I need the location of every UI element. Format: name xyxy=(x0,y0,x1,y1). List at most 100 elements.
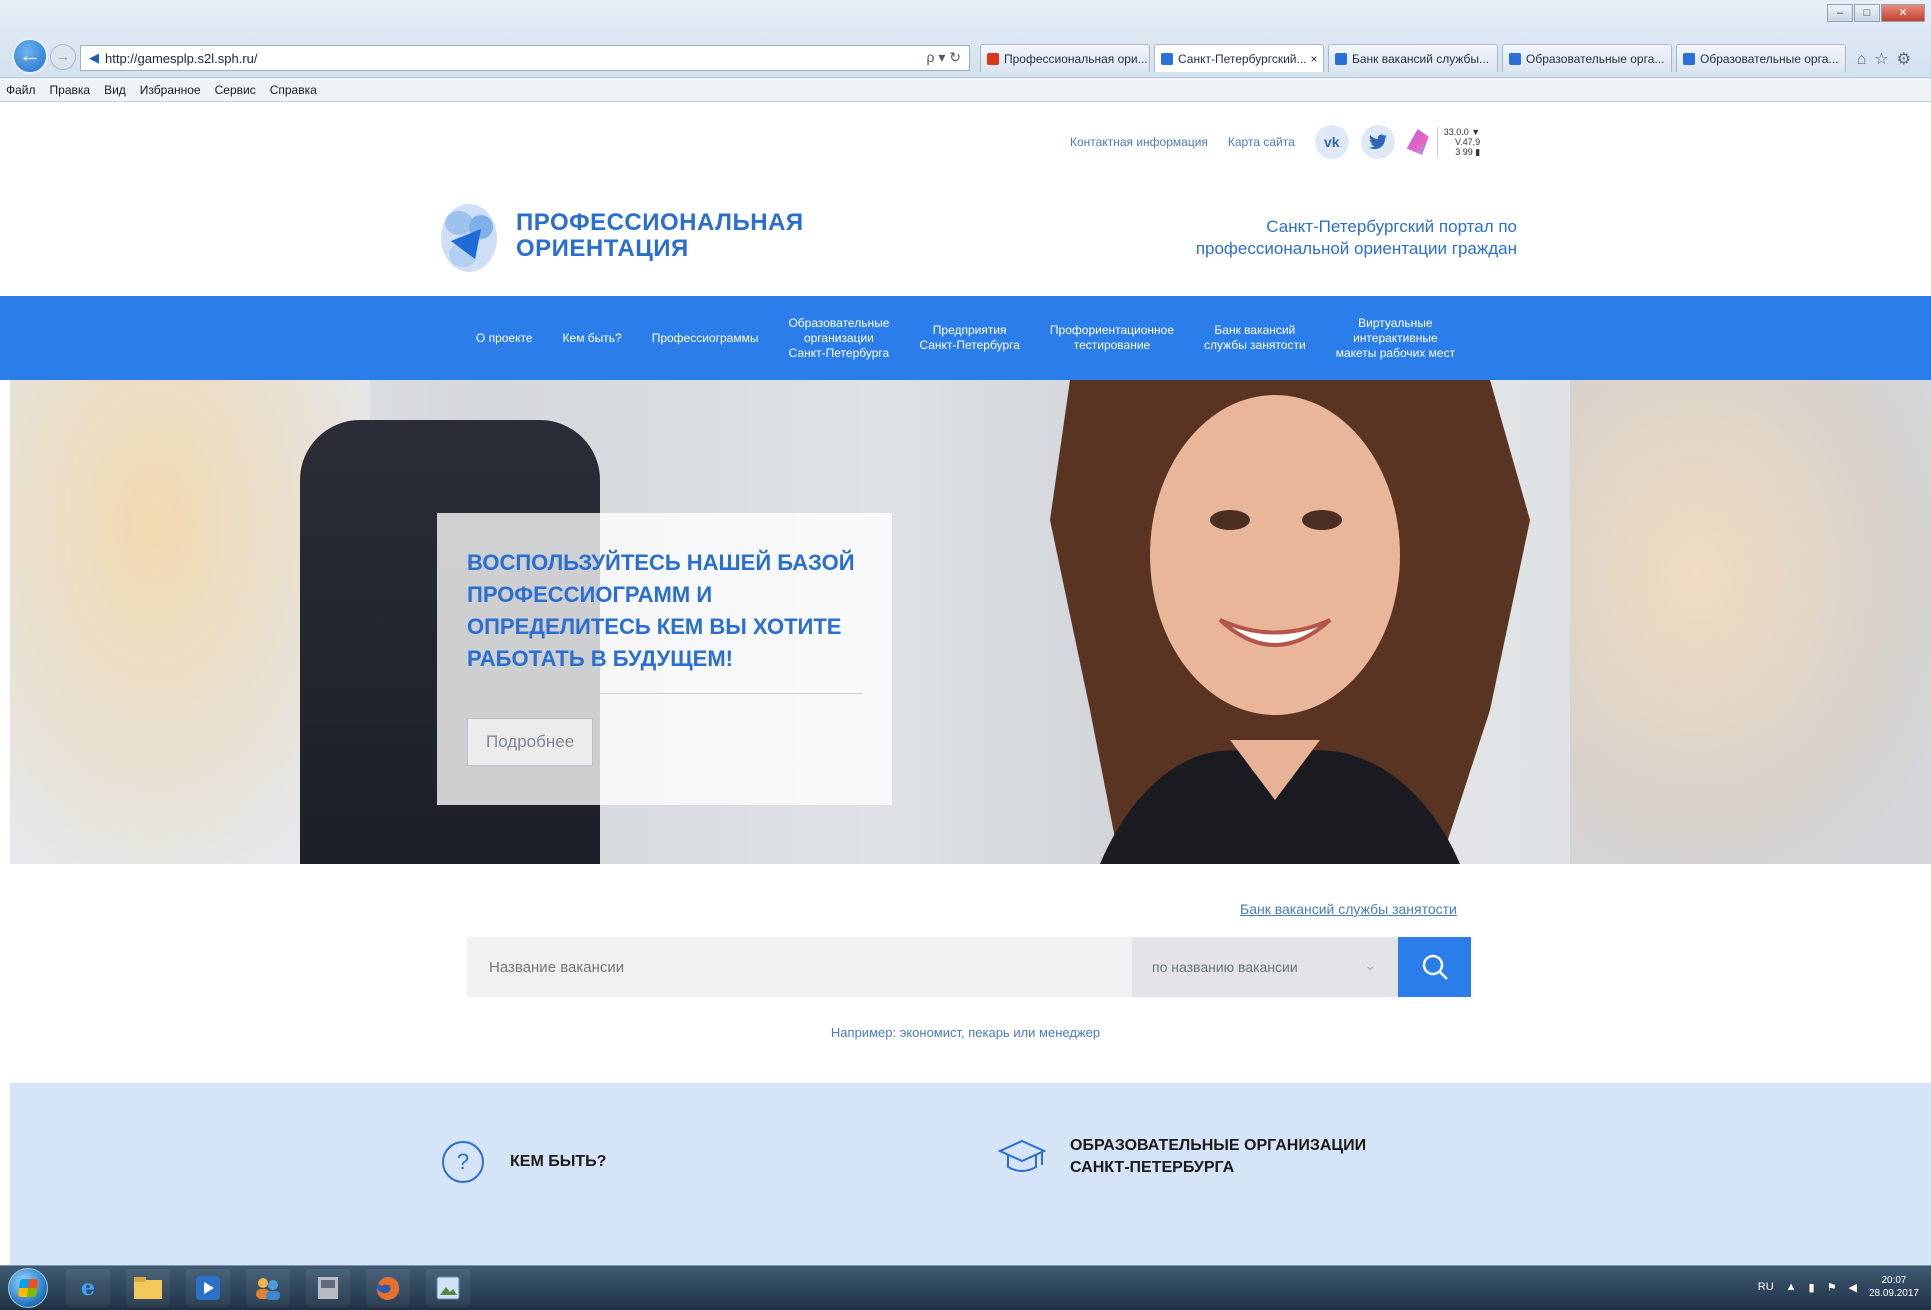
nav-item-virtual-workplaces[interactable]: Виртуальные интерактивные макеты рабочих м… xyxy=(1321,316,1470,361)
more-button[interactable]: Подробнее xyxy=(467,718,594,766)
hero-photo-woman xyxy=(1050,380,1530,864)
back-button[interactable]: ← xyxy=(12,38,48,74)
clock-date: 28.09.2017 xyxy=(1868,1288,1919,1299)
search-mode-select[interactable]: по названию вакансии ⌄ xyxy=(1132,937,1398,997)
nav-label: Образовательные xyxy=(788,315,890,330)
nav-item-who-to-be[interactable]: Кем быть? xyxy=(548,331,637,346)
feature-title: ОБРАЗОВАТЕЛЬНЫЕ ОРГАНИЗАЦИИ САНКТ-ПЕТЕРБ… xyxy=(1070,1135,1366,1179)
nav-item-testing[interactable]: Профориентационное тестирование xyxy=(1035,323,1189,353)
web-page: Контактная информация Карта сайта vk 33.… xyxy=(0,103,1931,1265)
tab-favicon-icon xyxy=(1683,52,1695,65)
top-utility-bar: Контактная информация Карта сайта vk 33.… xyxy=(1070,125,1480,159)
promo-card: ВОСПОЛЬЗУЙТЕСЬ НАШЕЙ БАЗОЙ ПРОФЕССИОГРАМ… xyxy=(437,513,892,805)
logo-line: ПРОФЕССИОНАЛЬНАЯ xyxy=(516,209,804,236)
maximize-button[interactable]: □ xyxy=(1854,4,1880,22)
search-refresh-icon[interactable]: ρ ▾ ↻ xyxy=(926,49,961,66)
hero-banner xyxy=(10,380,1931,864)
clock-time: 20:07 xyxy=(1881,1275,1907,1286)
home-favorites-settings-icons[interactable]: ⌂☆⚙ xyxy=(1857,49,1919,69)
image-viewer-taskbar-icon[interactable] xyxy=(426,1269,470,1307)
nav-label: макеты рабочих мест xyxy=(1335,345,1456,360)
menu-view[interactable]: Вид xyxy=(104,83,126,97)
address-bar[interactable]: ◀ http://gamesplp.s2l.sph.ru/ ρ ▾ ↻ xyxy=(80,45,970,71)
system-tray: RU ▲ ▮ ⚑ ◀ 20:07 28.09.2017 xyxy=(1746,1274,1919,1300)
nav-item-professiograms[interactable]: Профессиограммы xyxy=(637,331,774,346)
main-navigation: О проекте Кем быть? Профессиограммы Обра… xyxy=(0,296,1931,380)
browser-tab[interactable]: Профессиональная ори... xyxy=(980,44,1150,72)
browser-tab[interactable]: Образовательные орга... xyxy=(1676,44,1846,72)
feature-title-line: ОБРАЗОВАТЕЛЬНЫЕ ОРГАНИЗАЦИИ xyxy=(1070,1137,1367,1154)
ie-taskbar-icon[interactable]: e xyxy=(66,1269,110,1307)
nav-item-vacancy-bank[interactable]: Банк вакансий службы занятости xyxy=(1189,323,1321,353)
twitter-icon[interactable] xyxy=(1360,125,1395,159)
search-mode-value: по названию вакансии xyxy=(1152,959,1298,975)
tray-expand-icon[interactable]: ▲ xyxy=(1786,1281,1797,1293)
browser-tab[interactable]: Банк вакансий службы... xyxy=(1328,44,1498,72)
weather-line: V.47.9 xyxy=(1454,137,1481,147)
browser-tab-active[interactable]: Санкт-Петербургский... × xyxy=(1154,44,1324,72)
weather-line: 3 99 ▮ xyxy=(1455,147,1481,157)
badge-gem-icon[interactable] xyxy=(1406,129,1429,155)
nav-label: Виртуальные xyxy=(1358,315,1433,330)
promo-line: ВОСПОЛЬЗУЙТЕСЬ НАШЕЙ БАЗОЙ xyxy=(467,550,855,575)
tab-label: Санкт-Петербургский... xyxy=(1178,51,1307,66)
nav-label: тестирование xyxy=(1073,338,1151,352)
promo-title: ВОСПОЛЬЗУЙТЕСЬ НАШЕЙ БАЗОЙ ПРОФЕССИОГРАМ… xyxy=(467,547,862,675)
nav-label: Профессиограммы xyxy=(651,330,759,345)
browser-tab[interactable]: Образовательные орга... xyxy=(1502,44,1672,72)
windows-taskbar: e RU ▲ ▮ ⚑ ◀ 20:07 28.09.2017 xyxy=(0,1265,1931,1310)
minimize-button[interactable]: – xyxy=(1827,4,1853,22)
archive-taskbar-icon[interactable] xyxy=(306,1269,350,1307)
close-window-button[interactable]: ✕ xyxy=(1881,4,1925,22)
nav-item-about[interactable]: О проекте xyxy=(461,331,548,346)
explorer-taskbar-icon[interactable] xyxy=(126,1269,170,1307)
nav-label: Предприятия xyxy=(932,323,1007,337)
nav-label: интерактивные xyxy=(1353,330,1438,345)
feature-education[interactable]: ОБРАЗОВАТЕЛЬНЫЕ ОРГАНИЗАЦИИ САНКТ-ПЕТЕРБ… xyxy=(998,1135,1366,1179)
menu-tools[interactable]: Сервис xyxy=(215,83,256,97)
weather-widget[interactable]: 33.0.0 ▼ V.47.9 3 99 ▮ xyxy=(1436,127,1481,157)
hero-photo-right xyxy=(1570,380,1931,864)
nav-item-enterprises[interactable]: Предприятия Санкт-Петербурга xyxy=(904,323,1035,353)
start-button[interactable] xyxy=(8,1268,48,1308)
taskbar-clock[interactable]: 20:07 28.09.2017 xyxy=(1869,1274,1919,1300)
menu-help[interactable]: Справка xyxy=(270,83,317,97)
users-taskbar-icon[interactable] xyxy=(246,1269,290,1307)
nav-item-education[interactable]: Образовательные организации Санкт-Петербур… xyxy=(773,316,904,361)
contact-info-link[interactable]: Контактная информация xyxy=(1070,135,1208,149)
nav-label: Санкт-Петербурга xyxy=(788,345,890,360)
site-logo-icon[interactable] xyxy=(437,201,501,275)
menu-bar: Файл Правка Вид Избранное Сервис Справка xyxy=(0,78,1931,102)
graduation-cap-icon xyxy=(998,1139,1046,1172)
vacancy-search-input[interactable] xyxy=(467,937,1132,997)
firefox-taskbar-icon[interactable] xyxy=(366,1269,410,1307)
site-logo-text[interactable]: ПРОФЕССИОНАЛЬНАЯ ОРИЕНТАЦИЯ xyxy=(516,210,804,262)
menu-favorites[interactable]: Избранное xyxy=(140,83,201,97)
feature-who-to-be[interactable]: ? КЕМ БЫТЬ? xyxy=(442,1141,606,1183)
media-player-taskbar-icon[interactable] xyxy=(186,1269,230,1307)
nav-label: Кем быть? xyxy=(562,330,622,345)
promo-line: ПРОФЕССИОГРАММ И xyxy=(467,582,713,607)
tab-label: Профессиональная ори... xyxy=(1004,51,1148,66)
vacancy-search: по названию вакансии ⌄ xyxy=(467,937,1471,997)
sitemap-link[interactable]: Карта сайта xyxy=(1228,135,1295,149)
features-section: ? КЕМ БЫТЬ? ОБРАЗОВАТЕЛЬНЫЕ ОРГАНИЗАЦИИ … xyxy=(10,1083,1931,1265)
language-indicator[interactable]: RU xyxy=(1758,1281,1774,1293)
nav-label: О проекте xyxy=(475,330,533,345)
forward-button[interactable]: → xyxy=(50,44,76,70)
volume-icon[interactable]: ◀ xyxy=(1848,1281,1856,1294)
tab-favicon-icon xyxy=(1335,52,1347,65)
tab-label: Банк вакансий службы... xyxy=(1352,51,1490,66)
menu-file[interactable]: Файл xyxy=(6,83,36,97)
nav-label: Санкт-Петербурга xyxy=(919,338,1020,352)
battery-icon[interactable]: ▮ xyxy=(1809,1281,1815,1294)
tagline-line: профессиональной ориентации граждан xyxy=(1195,239,1517,258)
weather-line: 33.0.0 ▼ xyxy=(1443,127,1481,137)
action-center-icon[interactable]: ⚑ xyxy=(1827,1281,1837,1294)
tab-label: Образовательные орга... xyxy=(1526,51,1665,66)
vacancy-bank-link[interactable]: Банк вакансий службы занятости xyxy=(1240,901,1457,917)
menu-edit[interactable]: Правка xyxy=(50,83,91,97)
search-button[interactable] xyxy=(1398,937,1471,997)
vk-icon[interactable]: vk xyxy=(1314,125,1349,159)
tab-close-icon[interactable]: × xyxy=(1311,52,1318,66)
